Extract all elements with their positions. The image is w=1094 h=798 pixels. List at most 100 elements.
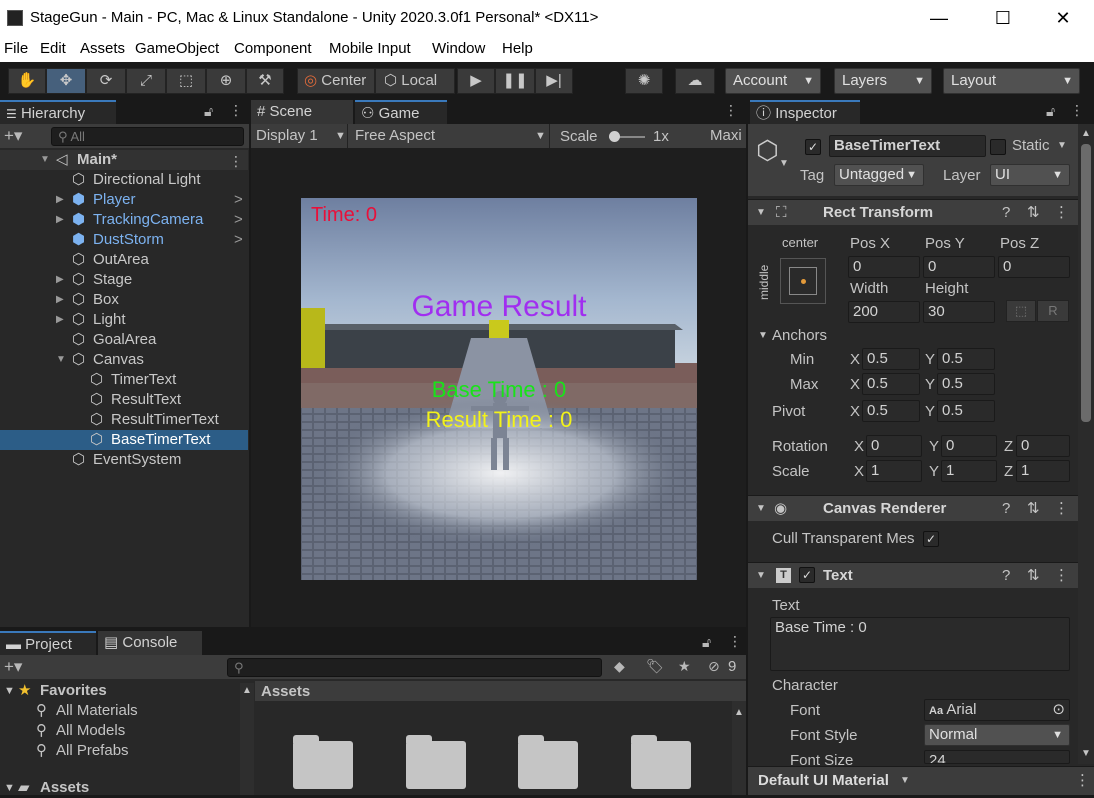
anchor-max-y-field[interactable]: 0.5 (937, 373, 995, 395)
hierarchy-item[interactable]: ⬡ ResultTimerText (0, 410, 248, 430)
hierarchy-item[interactable]: ⬡ GoalArea (0, 330, 248, 350)
material-dropdown[interactable]: Default UI Material ▼ (754, 771, 914, 793)
font-style-dropdown[interactable]: Normal ▼ (924, 724, 1070, 746)
filter-type-icon[interactable]: ◆ (614, 658, 625, 675)
hierarchy-item[interactable]: ▶ ⬢ TrackingCamera > (0, 210, 248, 230)
tab-inspector[interactable]: ⓘ Inspector (750, 100, 860, 124)
rotate-tool-icon[interactable]: ⟳ (86, 68, 126, 94)
kebab-menu-icon[interactable]: ⋮ (1070, 102, 1084, 119)
menu-window[interactable]: Window (432, 40, 485, 57)
width-field[interactable]: 200 (848, 301, 920, 323)
hierarchy-item[interactable]: ⬡ ResultText (0, 390, 248, 410)
hierarchy-item[interactable]: ⬡ OutArea (0, 250, 248, 270)
transform-tool-icon[interactable]: ⊕ (206, 68, 246, 94)
fav-all-prefabs[interactable]: All Prefabs (56, 741, 129, 761)
hierarchy-item[interactable]: ⬢ DustStorm > (0, 230, 248, 250)
menu-component[interactable]: Component (234, 40, 312, 57)
pos-x-field[interactable]: 0 (848, 256, 920, 278)
scroll-up-icon[interactable]: ▲ (242, 681, 252, 701)
hidden-packages-icon[interactable]: ⊘ (708, 658, 720, 675)
step-button[interactable]: ▶| (535, 68, 573, 94)
favorite-star-icon[interactable]: ★ (678, 658, 691, 675)
expand-arrow-icon[interactable]: ▼ (40, 150, 50, 170)
services-icon[interactable]: ✺ (625, 68, 663, 94)
hierarchy-item[interactable]: ▶ ⬡ Light (0, 310, 248, 330)
height-field[interactable]: 30 (923, 301, 995, 323)
pause-button[interactable]: ❚❚ (495, 68, 535, 94)
scale-y-field[interactable]: 1 (941, 460, 997, 482)
lock-icon[interactable]: 🔓︎ (702, 634, 711, 651)
move-tool-icon[interactable]: ✥ (46, 68, 86, 94)
scrollbar-thumb[interactable] (1081, 144, 1091, 422)
maximize-button[interactable]: ☐ (980, 4, 1026, 32)
preset-icon[interactable]: ⇅ (1027, 566, 1040, 586)
play-button[interactable]: ▶ (457, 68, 495, 94)
component-kebab-icon[interactable]: ⋮ (1054, 499, 1069, 519)
tree-scrollbar[interactable]: ▲ (240, 683, 254, 795)
hierarchy-item[interactable]: ⬡ EventSystem (0, 450, 248, 470)
aspect-dropdown[interactable]: Free Aspect ▼ (350, 124, 550, 148)
hierarchy-search-input[interactable]: ⚲ All (51, 127, 244, 146)
menu-mobile-input[interactable]: Mobile Input (329, 40, 411, 57)
scroll-down-icon[interactable]: ▼ (1081, 744, 1091, 764)
kebab-menu-icon[interactable]: ⋮ (1075, 771, 1090, 791)
pos-y-field[interactable]: 0 (923, 256, 995, 278)
maximize-on-play-toggle[interactable]: Maxi (710, 126, 742, 146)
cloud-icon[interactable]: ☁ (675, 68, 715, 94)
preset-icon[interactable]: ⇅ (1027, 499, 1040, 519)
menu-file[interactable]: File (4, 40, 28, 57)
hierarchy-item[interactable]: ▼ ⬡ Canvas (0, 350, 248, 370)
layers-dropdown[interactable]: Layers ▼ (834, 68, 932, 94)
scale-z-field[interactable]: 1 (1016, 460, 1070, 482)
kebab-menu-icon[interactable]: ⋮ (229, 102, 243, 119)
assets-header[interactable]: Assets (261, 682, 310, 702)
expand-arrow-icon[interactable]: ▶ (56, 270, 64, 290)
tab-game[interactable]: ⚇ Game (355, 100, 447, 124)
raw-edit-button[interactable]: R (1037, 300, 1069, 322)
add-icon[interactable]: +▾ (4, 126, 22, 146)
expand-arrow-icon[interactable]: ▼ (756, 203, 766, 223)
scale-slider-handle[interactable] (609, 131, 620, 142)
text-component-header[interactable]: ▼ T ✓ Text ? ⇅ ⋮ (748, 562, 1078, 588)
active-checkbox[interactable]: ✓ (805, 139, 821, 155)
help-icon[interactable]: ? (1002, 499, 1010, 519)
inspector-scrollbar[interactable]: ▲ ▼ (1078, 124, 1094, 764)
expand-arrow-icon[interactable]: ▼ (56, 350, 66, 370)
rect-transform-header[interactable]: ▼ ⛶ Rect Transform ? ⇅ ⋮ (748, 199, 1078, 225)
scene-kebab-icon[interactable]: ⋮ (229, 151, 243, 171)
expand-arrow-icon[interactable]: ▼ (758, 326, 768, 346)
display-dropdown[interactable]: Display 1 ▼ (251, 124, 348, 148)
rotation-z-field[interactable]: 0 (1016, 435, 1070, 457)
expand-arrow-icon[interactable]: ▶ (56, 190, 64, 210)
custom-tool-icon[interactable]: ⚒ (246, 68, 284, 94)
lock-icon[interactable]: 🔓︎ (204, 103, 213, 120)
tab-console[interactable]: ▤ Console (98, 631, 202, 655)
rotation-x-field[interactable]: 0 (866, 435, 922, 457)
expand-arrow-icon[interactable]: ▶ (56, 210, 64, 230)
hand-tool-icon[interactable]: ✋ (8, 68, 46, 94)
rect-tool-icon[interactable]: ⬚ (166, 68, 206, 94)
hierarchy-item[interactable]: ▶ ⬡ Stage (0, 270, 248, 290)
object-picker-icon[interactable]: ⊙ (1052, 700, 1065, 720)
assets-scrollbar[interactable]: ▲ (732, 701, 746, 795)
scroll-up-icon[interactable]: ▲ (1081, 124, 1091, 144)
layout-dropdown[interactable]: Layout ▼ (943, 68, 1080, 94)
expand-arrow-icon[interactable]: ▼ (4, 681, 15, 701)
help-icon[interactable]: ? (1002, 566, 1010, 586)
expand-arrow-icon[interactable]: ▶ (56, 310, 64, 330)
object-name-field[interactable]: BaseTimerText (829, 135, 986, 157)
pivot-x-field[interactable]: 0.5 (862, 400, 920, 422)
open-prefab-chevron-icon[interactable]: > (234, 190, 243, 210)
scale-x-field[interactable]: 1 (866, 460, 922, 482)
tab-project[interactable]: ▬ Project (0, 631, 96, 655)
expand-arrow-icon[interactable]: ▼ (4, 778, 15, 798)
menu-help[interactable]: Help (502, 40, 533, 57)
menu-gameobject[interactable]: GameObject (135, 40, 219, 57)
hierarchy-item[interactable]: ▶ ⬢ Player > (0, 190, 248, 210)
game-kebab-icon[interactable]: ⋮ (724, 102, 738, 119)
cull-transparent-checkbox[interactable]: ✓ (923, 531, 939, 547)
folder-icon[interactable] (293, 735, 353, 789)
component-kebab-icon[interactable]: ⋮ (1054, 566, 1069, 586)
component-kebab-icon[interactable]: ⋮ (1054, 203, 1069, 223)
font-size-field[interactable]: 24 (924, 750, 1070, 764)
